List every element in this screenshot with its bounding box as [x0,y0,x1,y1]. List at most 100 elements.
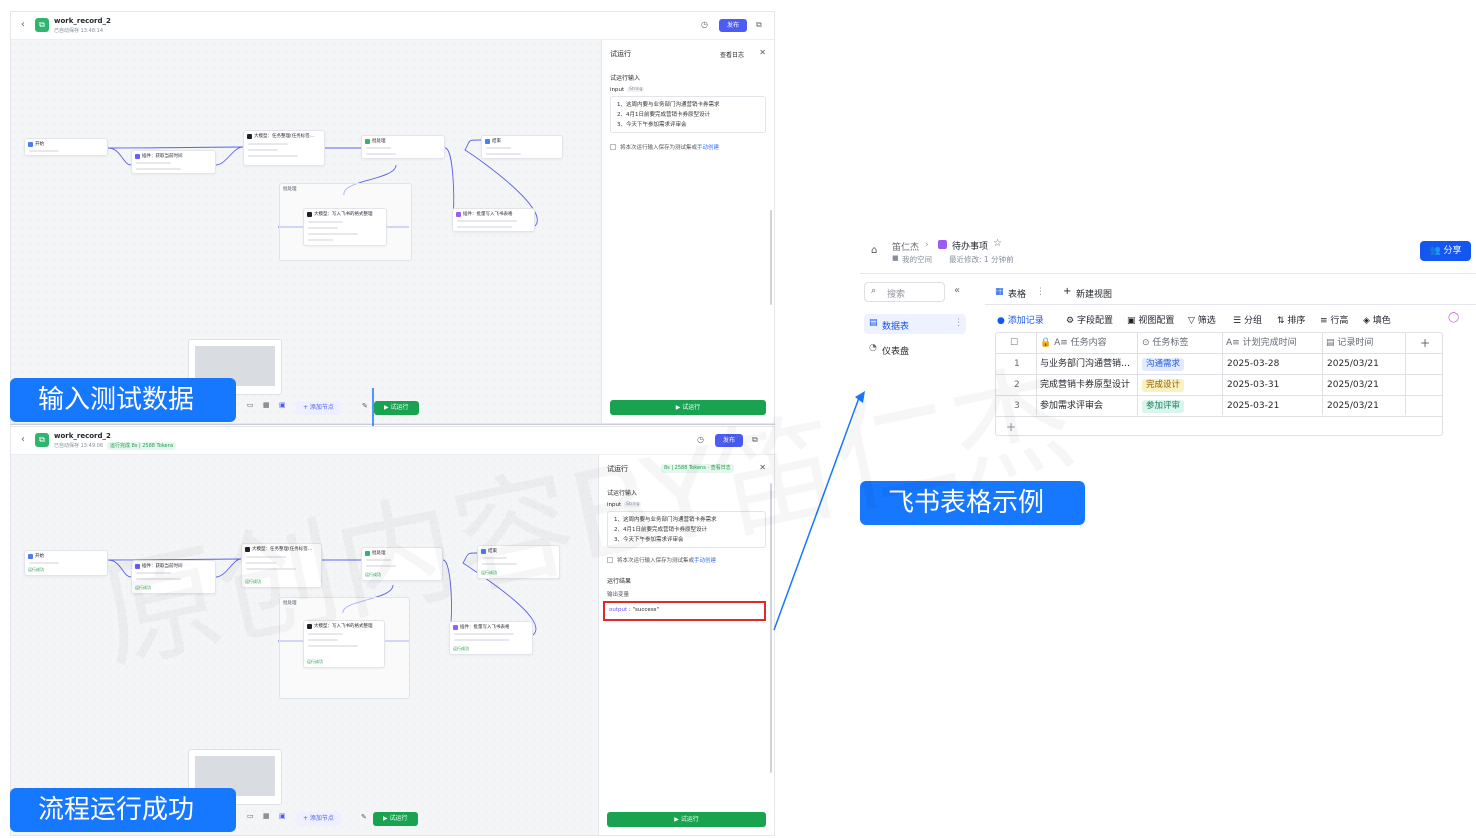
node-start[interactable]: 开始 [24,138,108,156]
input-label: input [607,502,622,508]
table-cell-tag[interactable]: 参加评审 [1142,396,1185,416]
view-config-button[interactable]: ▣ 视图配置 [1127,313,1174,326]
add-column-icon[interactable]: + [1420,333,1430,353]
sidebar-item-datatable[interactable]: ▤ 数据表 ⋮ [864,314,966,334]
canvas-trial-run-button[interactable]: ▶ 试运行 [374,401,419,415]
node-end[interactable]: 结束 [481,135,563,159]
view-log-link[interactable]: 查看日志 [720,50,744,59]
search-input[interactable]: ⌕ 搜索 [864,282,945,302]
table-cell-tag[interactable]: 完成设计 [1142,375,1185,395]
side-trial-run-button[interactable]: ▶ 试运行 [607,812,766,827]
doc-title[interactable]: 待办事项 [952,239,988,252]
node-llm-task[interactable]: 大模型：任务整理(任务标签… [243,130,325,166]
back-icon[interactable]: ‹ [21,434,25,445]
copy-icon[interactable]: ⧉ [752,435,758,445]
workflow-canvas-bottom[interactable]: 开始 运行成功 插件：获取当前时间 运行成功 大模型：任务整理(任务标签… 运行… [11,455,598,835]
node-end[interactable]: 结束 运行成功 [477,545,560,579]
column-header-record-time[interactable]: ▤ 记录时间 [1326,333,1373,353]
run-status-badge[interactable]: 8s | 2588 Tokens · 查看日志 [661,464,734,473]
share-button[interactable]: 👥 分享 [1420,241,1471,261]
table-cell-plan-time[interactable]: 2025-03-31 [1227,375,1279,395]
ai-icon[interactable]: ◯ [1448,312,1459,323]
layout-icon[interactable]: ▦ [263,401,270,409]
close-icon[interactable]: ✕ [759,48,766,57]
node-plugin-time[interactable]: 插件：获取当前时间 运行成功 [131,560,216,594]
save-testset-option[interactable]: 将本次运行输入保存为测试集或手动创建 [610,143,719,151]
input-textarea[interactable]: 1、这周内要与业务部门沟通营销卡券需求 2、4月1日前要完成营销卡券原型设计 3… [610,96,766,133]
table-cell-plan-time[interactable]: 2025-03-21 [1227,396,1279,416]
workflow-title[interactable]: work_record_2 [54,17,111,25]
row-index: 2 [1014,380,1020,390]
table-cell-content[interactable]: 参加需求评审会 [1036,396,1136,416]
node-start[interactable]: 开始 运行成功 [24,550,108,576]
table-cell-plan-time[interactable]: 2025-03-28 [1227,354,1279,374]
data-table: ☐ 🔒 A≡ 任务内容 ⊙ 任务标签 A≡ 计划完成时间 ▤ 记录时间 + 1 … [995,332,1443,436]
banner-run-success: 流程运行成功 [10,788,236,832]
table-cell-content[interactable]: 与业务部门沟通营销… [1036,354,1136,374]
star-icon[interactable]: ☆ [993,238,1002,249]
table-cell-content[interactable]: 完成营销卡券原型设计 [1036,375,1136,395]
history-icon[interactable]: ◷ [701,20,708,29]
column-header-tag[interactable]: ⊙ 任务标签 [1142,333,1188,353]
new-view-button[interactable]: 新建视图 [1076,287,1112,300]
plus-icon: + [1063,286,1072,297]
space-name[interactable]: 我的空间 [902,254,932,265]
table-cell-tag[interactable]: 沟通需求 [1142,354,1185,374]
layout-icon[interactable]: ▦ [263,812,270,820]
add-row-icon[interactable]: + [1006,417,1016,437]
select-all-checkbox[interactable]: ☐ [1010,333,1018,353]
node-llm-format[interactable]: 大模型：写入飞书的格式整理 运行成功 [303,620,385,668]
node-plugin-feishu[interactable]: 插件：批量写入飞书表格 运行成功 [449,621,533,655]
save-checkbox[interactable] [607,557,613,563]
view-more-icon[interactable]: ⋮ [1036,287,1045,297]
group-button[interactable]: ☰ 分组 [1233,313,1262,326]
row-height-button[interactable]: ≡ 行高 [1320,313,1348,326]
publish-button[interactable]: 发布 [715,434,743,447]
view-tab-table[interactable]: 表格 [1008,287,1026,300]
history-icon[interactable]: ◷ [697,435,704,444]
minimap-toggle-icon[interactable]: ▣ [279,401,286,409]
node-llm-format[interactable]: 大模型：写入飞书的格式整理 [303,208,387,246]
column-header-content[interactable]: 🔒 A≡ 任务内容 [1040,333,1107,353]
sort-button[interactable]: ⇅ 排序 [1277,313,1305,326]
table-cell-record-time[interactable]: 2025/03/21 [1327,396,1379,416]
add-record-button[interactable]: ● 添加记录 [997,313,1044,326]
sidebar-item-dashboard[interactable]: ◔ 仪表盘 [864,339,966,359]
more-icon[interactable]: ⋮ [954,318,963,328]
close-icon[interactable]: ✕ [759,463,766,472]
comment-icon[interactable]: ▭ [247,401,254,409]
node-batch[interactable]: 批处理 运行成功 [361,547,443,581]
publish-button[interactable]: 发布 [719,19,747,32]
node-llm-task[interactable]: 大模型：任务整理(任务标签… 运行成功 [241,543,322,588]
home-icon[interactable]: ⌂ [871,245,877,256]
fill-icon: ◈ [1363,316,1370,326]
table-cell-record-time[interactable]: 2025/03/21 [1327,375,1379,395]
trial-run-panel: 试运行 8s | 2588 Tokens · 查看日志 ✕ 试运行输入 inpu… [598,455,774,835]
add-node-button[interactable]: + 添加节点 [296,401,341,415]
save-testset-option[interactable]: 将本次运行输入保存为测试集或手动创建 [607,556,716,564]
side-trial-run-button[interactable]: ▶ 试运行 [610,400,766,415]
node-batch[interactable]: 批处理 [361,135,445,159]
save-checkbox[interactable] [610,144,616,150]
node-plugin-feishu[interactable]: 插件：批量写入飞书表格 [452,208,535,232]
minimap-toggle-icon[interactable]: ▣ [279,812,286,820]
comment-icon[interactable]: ▭ [247,812,254,820]
copy-icon[interactable]: ⧉ [756,20,762,30]
back-icon[interactable]: ‹ [21,19,25,30]
panel-scrollbar[interactable] [770,210,772,305]
column-header-plan-time[interactable]: A≡ 计划完成时间 [1226,333,1297,353]
canvas-trial-run-button[interactable]: ▶ 试运行 [373,812,418,826]
field-config-button[interactable]: ⚙ 字段配置 [1066,313,1113,326]
test-icon[interactable]: ✎ [361,813,367,821]
table-cell-record-time[interactable]: 2025/03/21 [1327,354,1379,374]
add-node-button[interactable]: + 添加节点 [296,812,341,826]
input-textarea[interactable]: 1、这周内要与业务部门沟通营销卡券需求 2、4月1日前要完成营销卡券原型设计 3… [607,511,766,548]
workflow-canvas[interactable]: 开始 插件：获取当前时间 大模型：任务整理(任务标签… 批处理 结束 批处理 大… [11,40,601,423]
node-plugin-time[interactable]: 插件：获取当前时间 [131,150,216,174]
filter-button[interactable]: ▽ 筛选 [1188,313,1216,326]
input-type-badge: String [627,87,645,92]
workflow-title[interactable]: work_record_2 [54,432,111,440]
collapse-sidebar-icon[interactable]: « [954,285,960,296]
fill-color-button[interactable]: ◈ 填色 [1363,313,1391,326]
breadcrumb-owner[interactable]: 笛仁杰 [892,240,919,253]
